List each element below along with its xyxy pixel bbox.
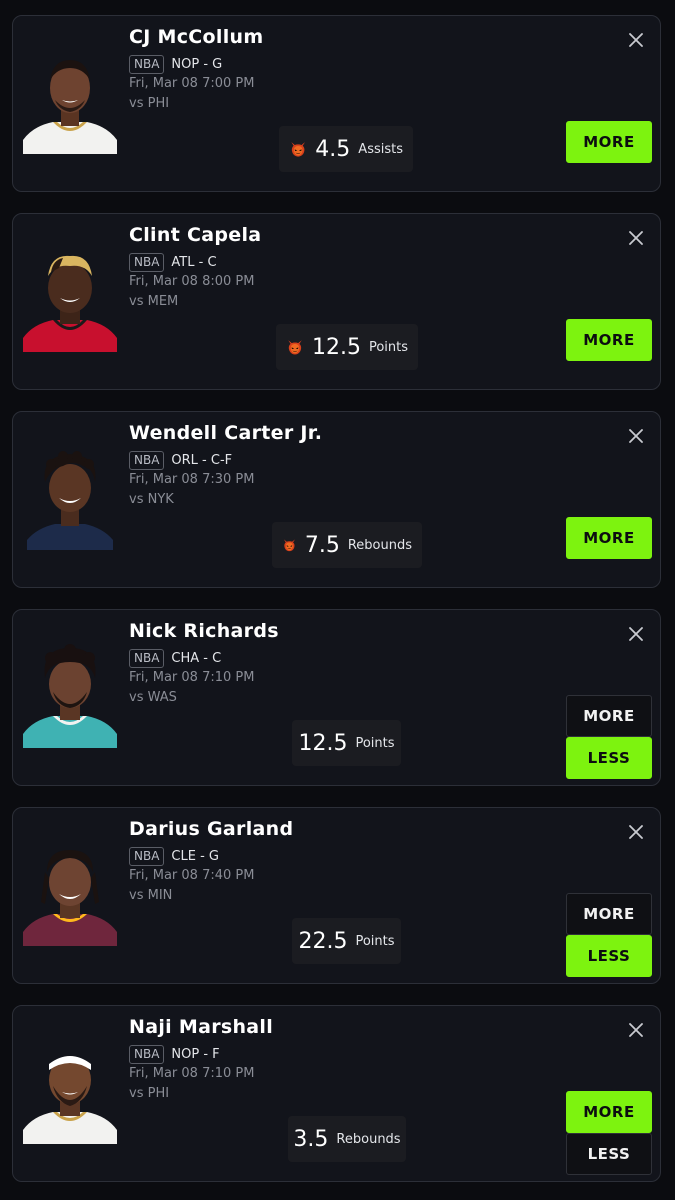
player-headshot [23,1040,117,1144]
player-card: Naji Marshall NBA NOP - F Fri, Mar 08 7:… [12,1005,661,1182]
projection-value: 7.5 [304,532,340,558]
demon-icon [291,142,306,157]
stat-type: Rebounds [347,537,412,553]
more-button[interactable]: MORE [566,695,652,737]
projection-pill: 22.5 Points [292,918,401,964]
game-datetime: Fri, Mar 08 8:00 PM [129,274,255,289]
projection-pill: 12.5 Points [292,720,401,766]
opponent: vs PHI [129,1086,170,1101]
player-card: Wendell Carter Jr. NBA ORL - C-F Fri, Ma… [12,411,661,588]
projection-pill: 3.5 Rebounds [288,1116,406,1162]
less-button[interactable]: LESS [566,737,652,779]
league-badge: NBA [129,1044,165,1064]
player-headshot [23,644,117,748]
player-name: Nick Richards [129,620,279,642]
game-datetime: Fri, Mar 08 7:10 PM [129,670,255,685]
game-datetime: Fri, Mar 08 7:30 PM [129,472,255,487]
player-card: Nick Richards NBA CHA - C Fri, Mar 08 7:… [12,609,661,786]
game-datetime: Fri, Mar 08 7:40 PM [129,868,255,883]
demon-icon [283,539,295,552]
player-name: Wendell Carter Jr. [129,422,323,444]
projection-pill: 12.5 Points [276,324,418,370]
opponent: vs WAS [129,690,177,705]
projection-value: 4.5 [315,136,351,162]
close-icon[interactable] [628,824,644,840]
player-name: Darius Garland [129,818,294,840]
stat-type: Rebounds [336,1131,401,1147]
player-meta: NBA CLE - G [129,846,219,866]
team-position: NOP - G [171,56,223,72]
projection-value: 22.5 [298,928,348,954]
league-badge: NBA [129,648,165,668]
player-headshot [23,50,117,154]
player-card-list: CJ McCollum NBA NOP - G Fri, Mar 08 7:00… [0,0,675,1200]
more-button[interactable]: MORE [566,319,652,361]
league-badge: NBA [129,54,165,74]
stat-type: Assists [358,141,403,157]
player-meta: NBA ORL - C-F [129,450,232,470]
close-icon[interactable] [628,230,644,246]
more-button[interactable]: MORE [566,893,652,935]
opponent: vs PHI [129,96,170,111]
projection-value: 12.5 [298,730,348,756]
league-badge: NBA [129,252,165,272]
team-position: ORL - C-F [171,452,233,468]
player-name: Clint Capela [129,224,262,246]
league-badge: NBA [129,450,165,470]
less-button[interactable]: LESS [566,935,652,977]
stat-type: Points [355,735,395,751]
demon-icon [288,340,302,355]
more-button[interactable]: MORE [566,517,652,559]
player-name: Naji Marshall [129,1016,274,1038]
player-meta: NBA NOP - G [129,54,222,74]
opponent: vs MEM [129,294,179,309]
projection-pill: 4.5 Assists [279,126,413,172]
close-icon[interactable] [628,626,644,642]
stat-type: Points [355,933,395,949]
team-position: CLE - G [171,848,219,864]
stat-type: Points [368,339,408,355]
player-meta: NBA NOP - F [129,1044,220,1064]
player-headshot [23,446,117,550]
opponent: vs NYK [129,492,174,507]
game-datetime: Fri, Mar 08 7:10 PM [129,1066,255,1081]
league-badge: NBA [129,846,165,866]
team-position: CHA - C [171,650,222,666]
player-card: CJ McCollum NBA NOP - G Fri, Mar 08 7:00… [12,15,661,192]
player-headshot [23,842,117,946]
player-meta: NBA ATL - C [129,252,217,272]
player-card: Darius Garland NBA CLE - G Fri, Mar 08 7… [12,807,661,984]
close-icon[interactable] [628,32,644,48]
player-meta: NBA CHA - C [129,648,221,668]
game-datetime: Fri, Mar 08 7:00 PM [129,76,255,91]
close-icon[interactable] [628,428,644,444]
player-headshot [23,248,117,352]
more-button[interactable]: MORE [566,1091,652,1133]
team-position: NOP - F [171,1046,220,1062]
projection-value: 12.5 [311,334,361,360]
player-card: Clint Capela NBA ATL - C Fri, Mar 08 8:0… [12,213,661,390]
less-button[interactable]: LESS [566,1133,652,1175]
more-button[interactable]: MORE [566,121,652,163]
player-name: CJ McCollum [129,26,264,48]
close-icon[interactable] [628,1022,644,1038]
team-position: ATL - C [171,254,217,270]
opponent: vs MIN [129,888,173,903]
projection-pill: 7.5 Rebounds [272,522,422,568]
projection-value: 3.5 [293,1126,329,1152]
